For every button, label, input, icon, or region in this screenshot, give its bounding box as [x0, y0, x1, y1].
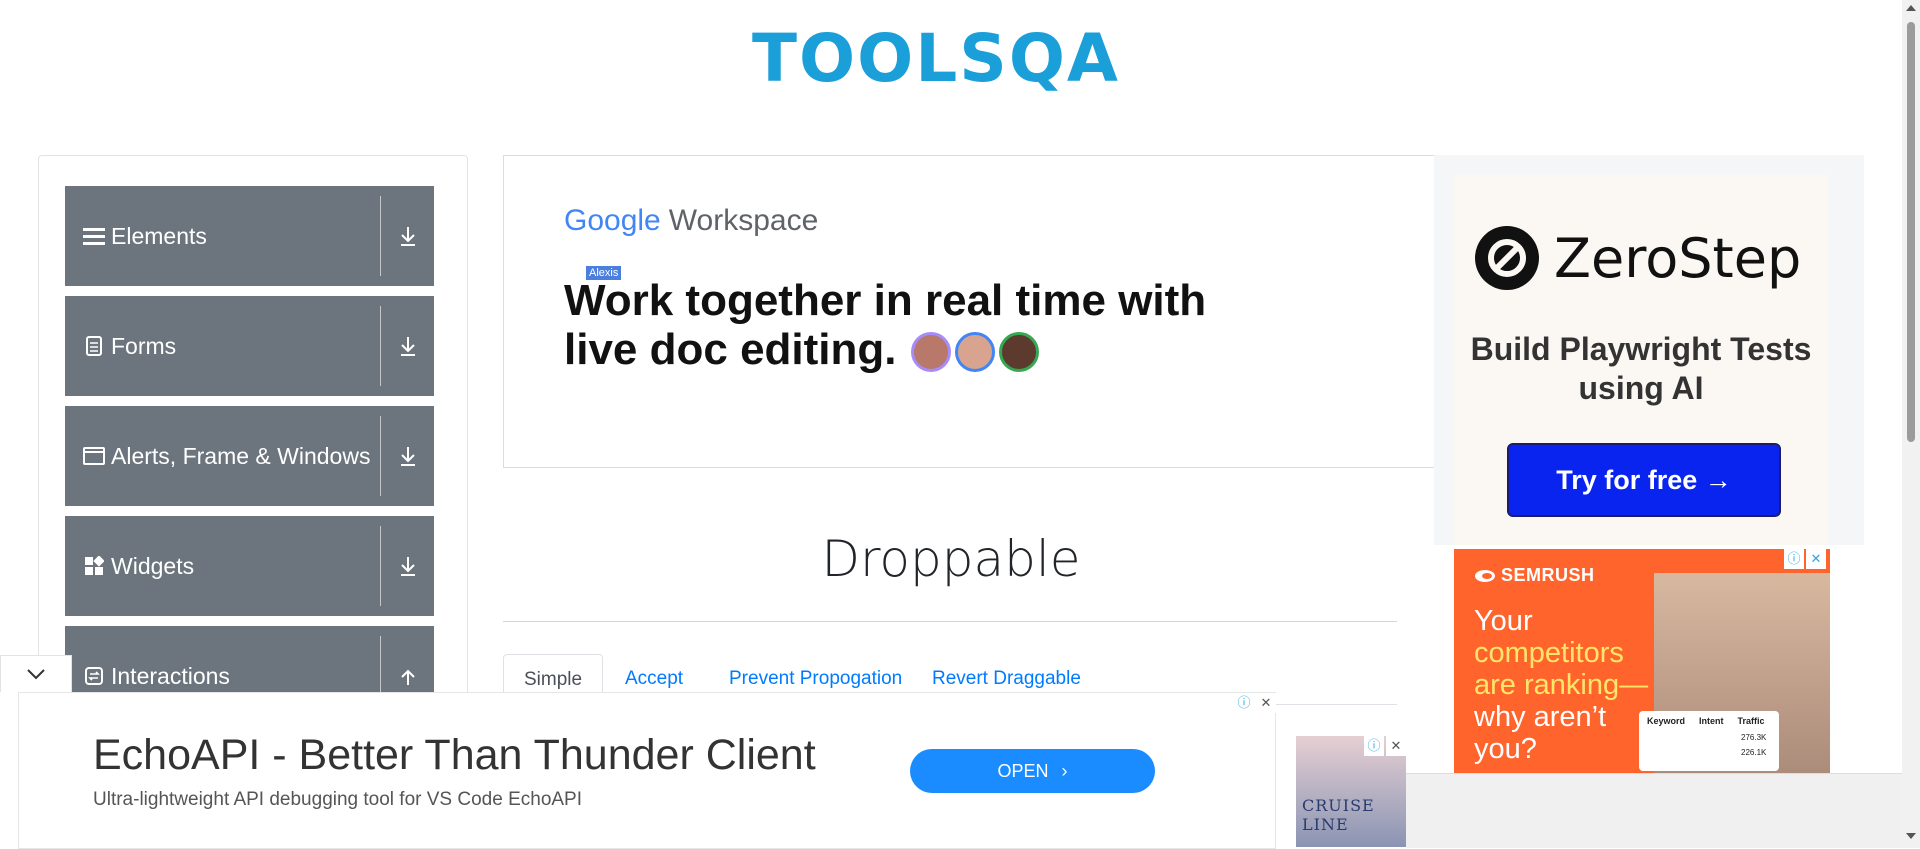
logo-text: TOOLSQA — [752, 20, 1121, 97]
cruise-line-ad[interactable]: CRUISE LINE ⓘ ✕ — [1296, 736, 1406, 847]
sidebar-group-interactions[interactable]: Interactions — [65, 626, 434, 696]
open-button[interactable]: OPEN › — [910, 749, 1155, 793]
avatar — [910, 332, 951, 373]
title-divider — [503, 621, 1397, 622]
semrush-ad[interactable]: SEMRUSH Your competitors are ranking— wh… — [1454, 549, 1830, 774]
google-workspace-logo: Google Workspace — [564, 204, 818, 238]
scroll-up-arrow-icon — [1906, 5, 1916, 11]
left-sidebar: Elements Forms Alerts, Frame & Windows W… — [38, 155, 468, 697]
document-icon — [83, 335, 105, 357]
zerostep-logo: ZeroStep — [1474, 225, 1801, 291]
ad-placeholder — [1406, 773, 1920, 848]
google-workspace-ad[interactable]: Google Workspace Alexis Work together in… — [503, 155, 1437, 468]
sidebar-group-elements[interactable]: Elements — [65, 186, 434, 286]
card-header: Traffic — [1737, 716, 1765, 726]
ad-subtitle: Ultra-lightweight API debugging tool for… — [93, 789, 583, 810]
avatar — [954, 332, 995, 373]
card-header: Intent — [1699, 716, 1724, 726]
keyword-card: Keyword Intent Traffic 276.3K 226.1K — [1639, 711, 1779, 771]
ad-choices[interactable]: ⓘ ✕ — [1364, 736, 1406, 756]
close-icon[interactable]: ✕ — [1256, 693, 1276, 713]
widgets-icon — [83, 555, 105, 577]
collapse-arrow-icon[interactable] — [381, 626, 434, 696]
ad-headline: Work together in real time with live doc… — [564, 276, 1264, 374]
try-for-free-button[interactable]: Try for free → — [1507, 443, 1781, 517]
sidebar-group-alerts-frame-windows[interactable]: Alerts, Frame & Windows — [65, 406, 434, 506]
interactions-icon — [83, 665, 105, 687]
card-value: 276.3K — [1741, 733, 1767, 742]
download-arrow-icon[interactable] — [381, 406, 434, 506]
sidebar-group-label: Interactions — [111, 662, 230, 689]
sidebar-group-label: Elements — [111, 222, 207, 249]
scrollbar-thumb[interactable] — [1907, 22, 1915, 442]
sidebar-group-forms[interactable]: Forms — [65, 296, 434, 396]
info-icon[interactable]: ⓘ — [1234, 693, 1254, 713]
ad-choices[interactable]: ⓘ ✕ — [1234, 693, 1276, 713]
sidebar-group-widgets[interactable]: Widgets — [65, 516, 434, 616]
page-title: Droppable — [821, 530, 1081, 588]
sidebar-group-label: Forms — [111, 332, 177, 359]
semrush-message-highlight: competitors are ranking— — [1474, 637, 1649, 701]
info-icon[interactable]: ⓘ — [1784, 549, 1804, 569]
semrush-message: Your competitors are ranking— why aren’t… — [1474, 605, 1664, 765]
chevron-down-icon — [27, 669, 45, 680]
semrush-message-part: why aren’t you? — [1474, 701, 1607, 765]
zerostep-tagline: Build Playwright Tests using AI — [1470, 331, 1812, 406]
ad-title: EchoAPI - Better Than Thunder Client — [93, 731, 816, 779]
zerostep-ad[interactable]: ZeroStep Build Playwright Tests using AI… — [1434, 155, 1864, 545]
echoapi-ad[interactable]: EchoAPI - Better Than Thunder Client Ult… — [18, 692, 1276, 849]
zerostep-name: ZeroStep — [1554, 226, 1802, 290]
toolsqa-logo[interactable]: TOOLSQA — [752, 18, 1152, 113]
download-arrow-icon[interactable] — [381, 296, 434, 396]
close-icon[interactable]: ✕ — [1806, 549, 1826, 569]
chevron-right-icon: › — [1061, 761, 1068, 781]
collaborator-avatars — [910, 325, 1040, 374]
zerostep-logo-icon — [1475, 226, 1539, 290]
semrush-message-part: Your — [1474, 605, 1533, 637]
ad-choices[interactable]: ⓘ ✕ — [1784, 549, 1826, 569]
download-arrow-icon[interactable] — [381, 516, 434, 616]
window-icon — [83, 445, 105, 467]
workspace-wordmark: Workspace — [668, 204, 819, 237]
sidebar-group-label: Alerts, Frame & Windows — [111, 442, 371, 469]
close-icon[interactable]: ✕ — [1386, 736, 1406, 756]
card-value: 226.1K — [1741, 748, 1767, 757]
info-icon[interactable]: ⓘ — [1364, 736, 1384, 756]
open-button-label: OPEN — [997, 761, 1049, 781]
ad-headline-text: Work together in real time with live doc… — [564, 276, 1207, 374]
hamburger-icon — [83, 225, 105, 247]
avatar — [999, 332, 1040, 373]
google-wordmark: Google — [564, 204, 661, 237]
zerostep-ad-card: ZeroStep Build Playwright Tests using AI… — [1454, 175, 1828, 545]
download-arrow-icon[interactable] — [381, 186, 434, 286]
collapse-ad-button[interactable] — [0, 655, 72, 692]
scroll-down-arrow-icon — [1906, 833, 1916, 839]
semrush-flame-icon — [1475, 569, 1495, 582]
card-header: Keyword — [1647, 716, 1686, 726]
cruise-line-text: CRUISE LINE — [1302, 796, 1375, 834]
sidebar-group-label: Widgets — [111, 552, 195, 579]
semrush-logo: SEMRUSH — [1474, 565, 1595, 586]
vertical-scrollbar[interactable] — [1902, 0, 1920, 847]
semrush-wordmark: SEMRUSH — [1501, 565, 1595, 585]
